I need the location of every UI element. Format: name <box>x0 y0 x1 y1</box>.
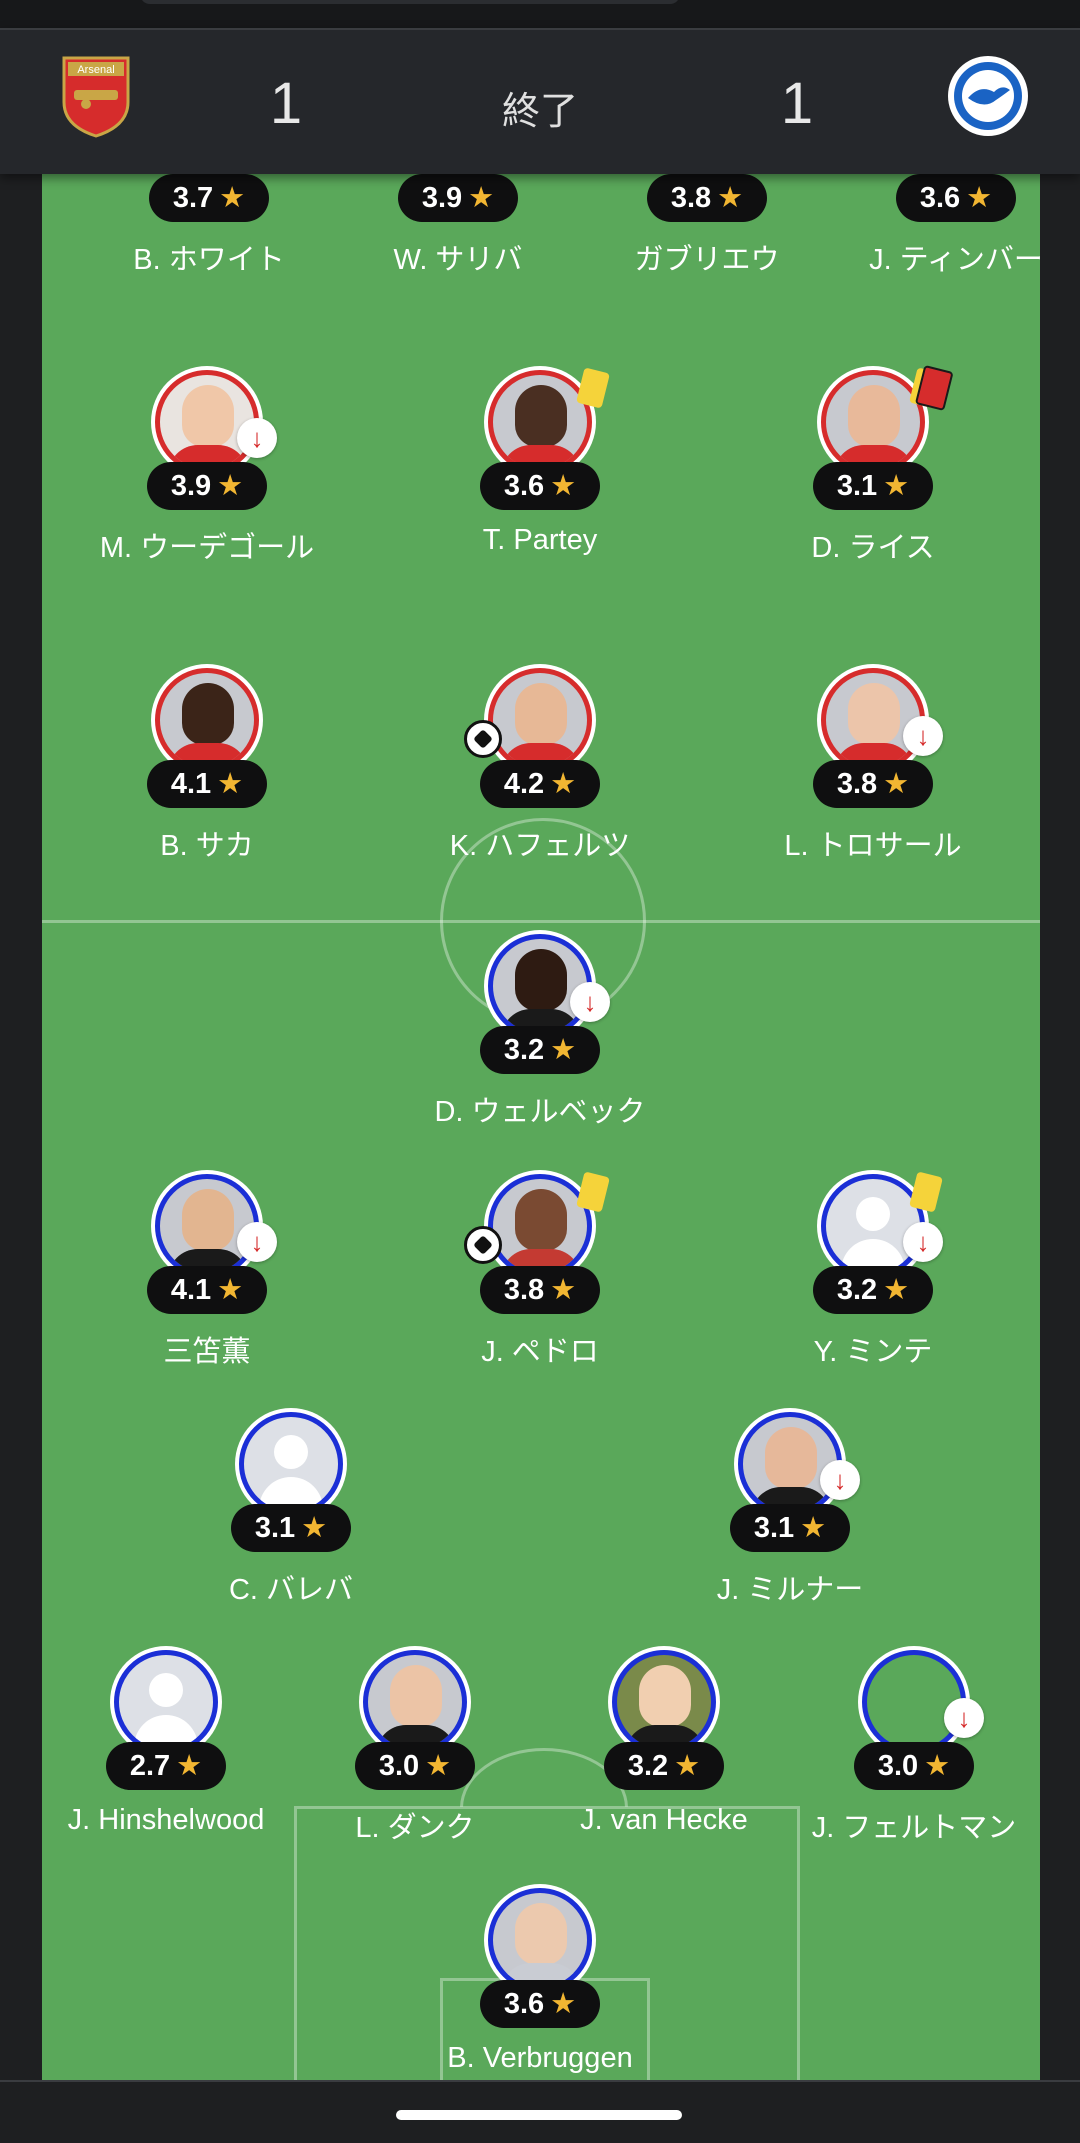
player-rating: 3.9 ★ <box>398 174 518 222</box>
star-icon: ★ <box>924 1750 951 1782</box>
player-card[interactable]: 3.6 ★ B. Verbruggen <box>410 1884 670 2080</box>
player-rating: 3.2 ★ <box>813 1266 933 1314</box>
status-strip <box>0 0 1080 28</box>
sub-off-icon: ↓ <box>820 1460 860 1500</box>
player-name: B. Verbruggen <box>447 2042 633 2074</box>
player-rating: 3.1 ★ <box>813 462 933 510</box>
star-icon: ★ <box>966 182 993 214</box>
player-rating: 4.2 ★ <box>480 760 600 808</box>
player-name: 三笘薫 <box>163 1336 251 1368</box>
player-name: B. サカ <box>160 830 254 862</box>
player-card[interactable]: 3.6 ★ T. Partey <box>410 366 670 566</box>
match-status: 終了 <box>501 91 578 133</box>
player-rating: 3.0 ★ <box>854 1742 974 1790</box>
player-name: J. ペドロ <box>481 1336 599 1368</box>
score-header: Arsenal 1 終了 1 <box>0 28 1080 174</box>
star-icon: ★ <box>176 1750 203 1782</box>
star-icon: ★ <box>219 182 246 214</box>
star-icon: ★ <box>301 1512 328 1544</box>
dynamic-island <box>140 0 680 4</box>
player-card[interactable]: 4.2 ★ K. ハフェルツ <box>410 664 670 864</box>
player-rating: 3.0 ★ <box>355 1742 475 1790</box>
star-icon: ★ <box>217 1274 244 1306</box>
player-rating: 3.6 ★ <box>480 1980 600 2028</box>
player-name: J. フェルトマン <box>811 1812 1017 1844</box>
sub-off-icon: ↓ <box>903 716 943 756</box>
player-name: J. ティンバー <box>869 244 1040 276</box>
star-icon: ★ <box>550 1034 577 1066</box>
player-card[interactable]: ↓ 3.1 ★ J. ミルナー <box>660 1408 920 1608</box>
star-icon: ★ <box>674 1750 701 1782</box>
player-name: T. Partey <box>482 524 598 556</box>
player-name: C. バレバ <box>228 1574 354 1606</box>
player-name: L. トロサール <box>784 830 962 862</box>
player-rating: 3.1 ★ <box>231 1504 351 1552</box>
player-rating: 3.2 ★ <box>604 1742 724 1790</box>
star-icon: ★ <box>883 768 910 800</box>
player-rating: 3.8 ★ <box>647 174 767 222</box>
player-card[interactable]: ↓ 3.0 ★ J. フェルトマン <box>784 1646 1040 1846</box>
player-rating: 3.7 ★ <box>149 174 269 222</box>
yellow-card-icon <box>576 1171 610 1213</box>
star-icon: ★ <box>717 182 744 214</box>
sub-off-icon: ↓ <box>237 1222 277 1262</box>
player-name: Y. ミンテ <box>813 1336 933 1368</box>
arsenal-crest-icon[interactable]: Arsenal <box>56 52 136 138</box>
player-name: D. ライス <box>811 532 935 564</box>
star-icon: ★ <box>217 470 244 502</box>
star-icon: ★ <box>550 470 577 502</box>
star-icon: ★ <box>217 768 244 800</box>
player-card[interactable]: 4.1 ★ B. サカ <box>77 664 337 864</box>
star-icon: ★ <box>550 1988 577 2020</box>
lineup-screen: Arsenal 1 終了 1 3.7 ★ B. ホワイト 3.9 ★ W. サリバ <box>0 0 1080 2143</box>
svg-text:Arsenal: Arsenal <box>77 64 114 76</box>
brighton-crest-icon[interactable] <box>946 54 1030 138</box>
player-card[interactable]: ↓ 4.1 ★ 三笘薫 <box>77 1170 337 1370</box>
star-icon: ★ <box>550 1274 577 1306</box>
player-card[interactable]: ↓ 3.2 ★ Y. ミンテ <box>743 1170 1003 1370</box>
player-rating: 3.8 ★ <box>813 760 933 808</box>
star-icon: ★ <box>550 768 577 800</box>
player-rating: 3.6 ★ <box>896 174 1016 222</box>
sub-off-icon: ↓ <box>570 982 610 1022</box>
player-rating: 4.1 ★ <box>147 760 267 808</box>
system-nav-bar <box>0 2080 1080 2143</box>
star-icon: ★ <box>800 1512 827 1544</box>
red-card-icon <box>909 367 943 409</box>
home-indicator[interactable] <box>396 2110 682 2120</box>
player-card[interactable]: 3.1 ★ D. ライス <box>743 366 1003 566</box>
player-rating: 3.8 ★ <box>480 1266 600 1314</box>
yellow-card-icon <box>576 367 610 409</box>
player-rating: 3.6 ★ <box>480 462 600 510</box>
star-icon: ★ <box>883 1274 910 1306</box>
player-card[interactable]: ↓ 3.9 ★ M. ウーデゴール <box>77 366 337 566</box>
sub-off-icon: ↓ <box>903 1222 943 1262</box>
star-icon: ★ <box>468 182 495 214</box>
goal-ball-icon <box>464 720 502 758</box>
sub-off-icon: ↓ <box>237 418 277 458</box>
away-score: 1 <box>780 71 814 136</box>
sub-off-icon: ↓ <box>944 1698 984 1738</box>
yellow-card-icon <box>909 1171 943 1213</box>
player-card[interactable]: 3.6 ★ J. ティンバー <box>826 174 1040 278</box>
player-card[interactable]: ↓ 3.8 ★ L. トロサール <box>743 664 1003 864</box>
player-card[interactable]: ↓ 3.2 ★ D. ウェルベック <box>410 930 670 1130</box>
player-name: M. ウーデゴール <box>99 532 315 564</box>
player-name: D. ウェルベック <box>434 1096 646 1128</box>
player-name: J. ミルナー <box>716 1574 864 1606</box>
home-score: 1 <box>269 71 303 136</box>
player-card[interactable]: 3.8 ★ J. ペドロ <box>410 1170 670 1370</box>
player-rating: 3.1 ★ <box>730 1504 850 1552</box>
player-rating: 4.1 ★ <box>147 1266 267 1314</box>
player-rating: 2.7 ★ <box>106 1742 226 1790</box>
player-rating: 3.9 ★ <box>147 462 267 510</box>
player-card[interactable]: 3.1 ★ C. バレバ <box>161 1408 421 1608</box>
star-icon: ★ <box>425 1750 452 1782</box>
pitch: 3.7 ★ B. ホワイト 3.9 ★ W. サリバ 3.8 ★ ガブリエウ 3.6 ★… <box>42 174 1040 2080</box>
goal-ball-icon <box>464 1226 502 1264</box>
star-icon: ★ <box>883 470 910 502</box>
player-name: K. ハフェルツ <box>449 830 631 862</box>
player-rating: 3.2 ★ <box>480 1026 600 1074</box>
